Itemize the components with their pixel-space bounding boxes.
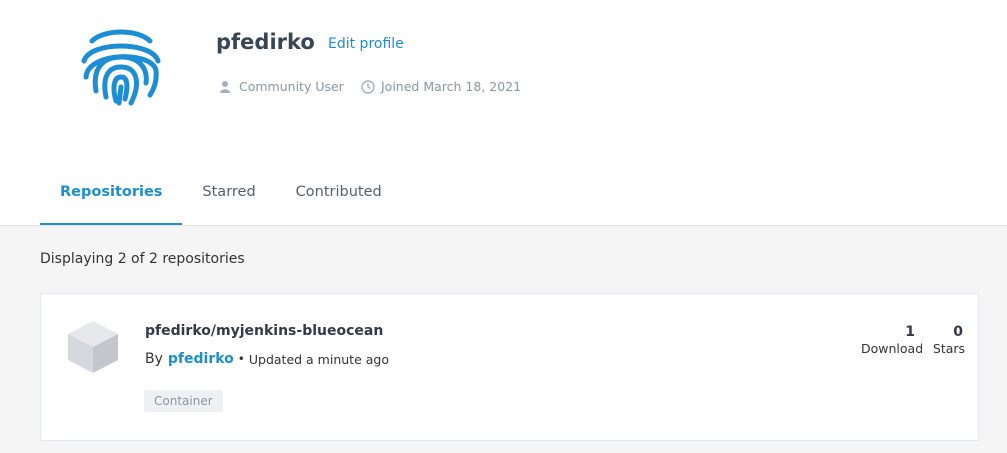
profile-username: pfedirko bbox=[216, 30, 315, 54]
user-icon bbox=[219, 80, 233, 94]
profile-tabs: Repositories Starred Contributed bbox=[40, 162, 402, 226]
fingerprint-icon bbox=[78, 25, 164, 107]
profile-joined-label: Joined March 18, 2021 bbox=[381, 79, 522, 94]
edit-profile-link[interactable]: Edit profile bbox=[328, 36, 404, 52]
repository-byline: By pfedirko • Updated a minute ago bbox=[145, 351, 389, 367]
downloads-count: 1 bbox=[905, 324, 915, 340]
downloads-stat: 1 Download bbox=[861, 324, 923, 356]
stars-count: 0 bbox=[953, 324, 963, 340]
stars-label: Stars bbox=[932, 341, 966, 356]
repository-type-badge: Container bbox=[144, 390, 223, 412]
tab-repositories[interactable]: Repositories bbox=[40, 162, 183, 225]
tab-contributed[interactable]: Contributed bbox=[276, 162, 402, 225]
repository-name[interactable]: pfedirko/myjenkins-blueocean bbox=[145, 323, 383, 339]
repository-count: Displaying 2 of 2 repositories bbox=[40, 251, 245, 267]
repository-owner-link[interactable]: pfedirko bbox=[168, 351, 234, 367]
tab-starred[interactable]: Starred bbox=[182, 162, 275, 225]
clock-icon bbox=[361, 79, 375, 94]
profile-role-label: Community User bbox=[239, 79, 344, 94]
separator: • bbox=[237, 352, 245, 366]
stars-stat: 0 Stars bbox=[931, 324, 967, 356]
by-label: By bbox=[145, 351, 163, 367]
cube-icon bbox=[67, 320, 119, 374]
profile-role: Community User bbox=[219, 79, 344, 94]
repository-updated: Updated a minute ago bbox=[248, 351, 389, 367]
repository-card[interactable]: pfedirko/myjenkins-blueocean By pfedirko… bbox=[40, 293, 979, 441]
downloads-label: Download bbox=[861, 341, 924, 356]
profile-header: pfedirko Edit profile Community User Joi… bbox=[0, 0, 1007, 226]
profile-joined: Joined March 18, 2021 bbox=[361, 79, 521, 94]
